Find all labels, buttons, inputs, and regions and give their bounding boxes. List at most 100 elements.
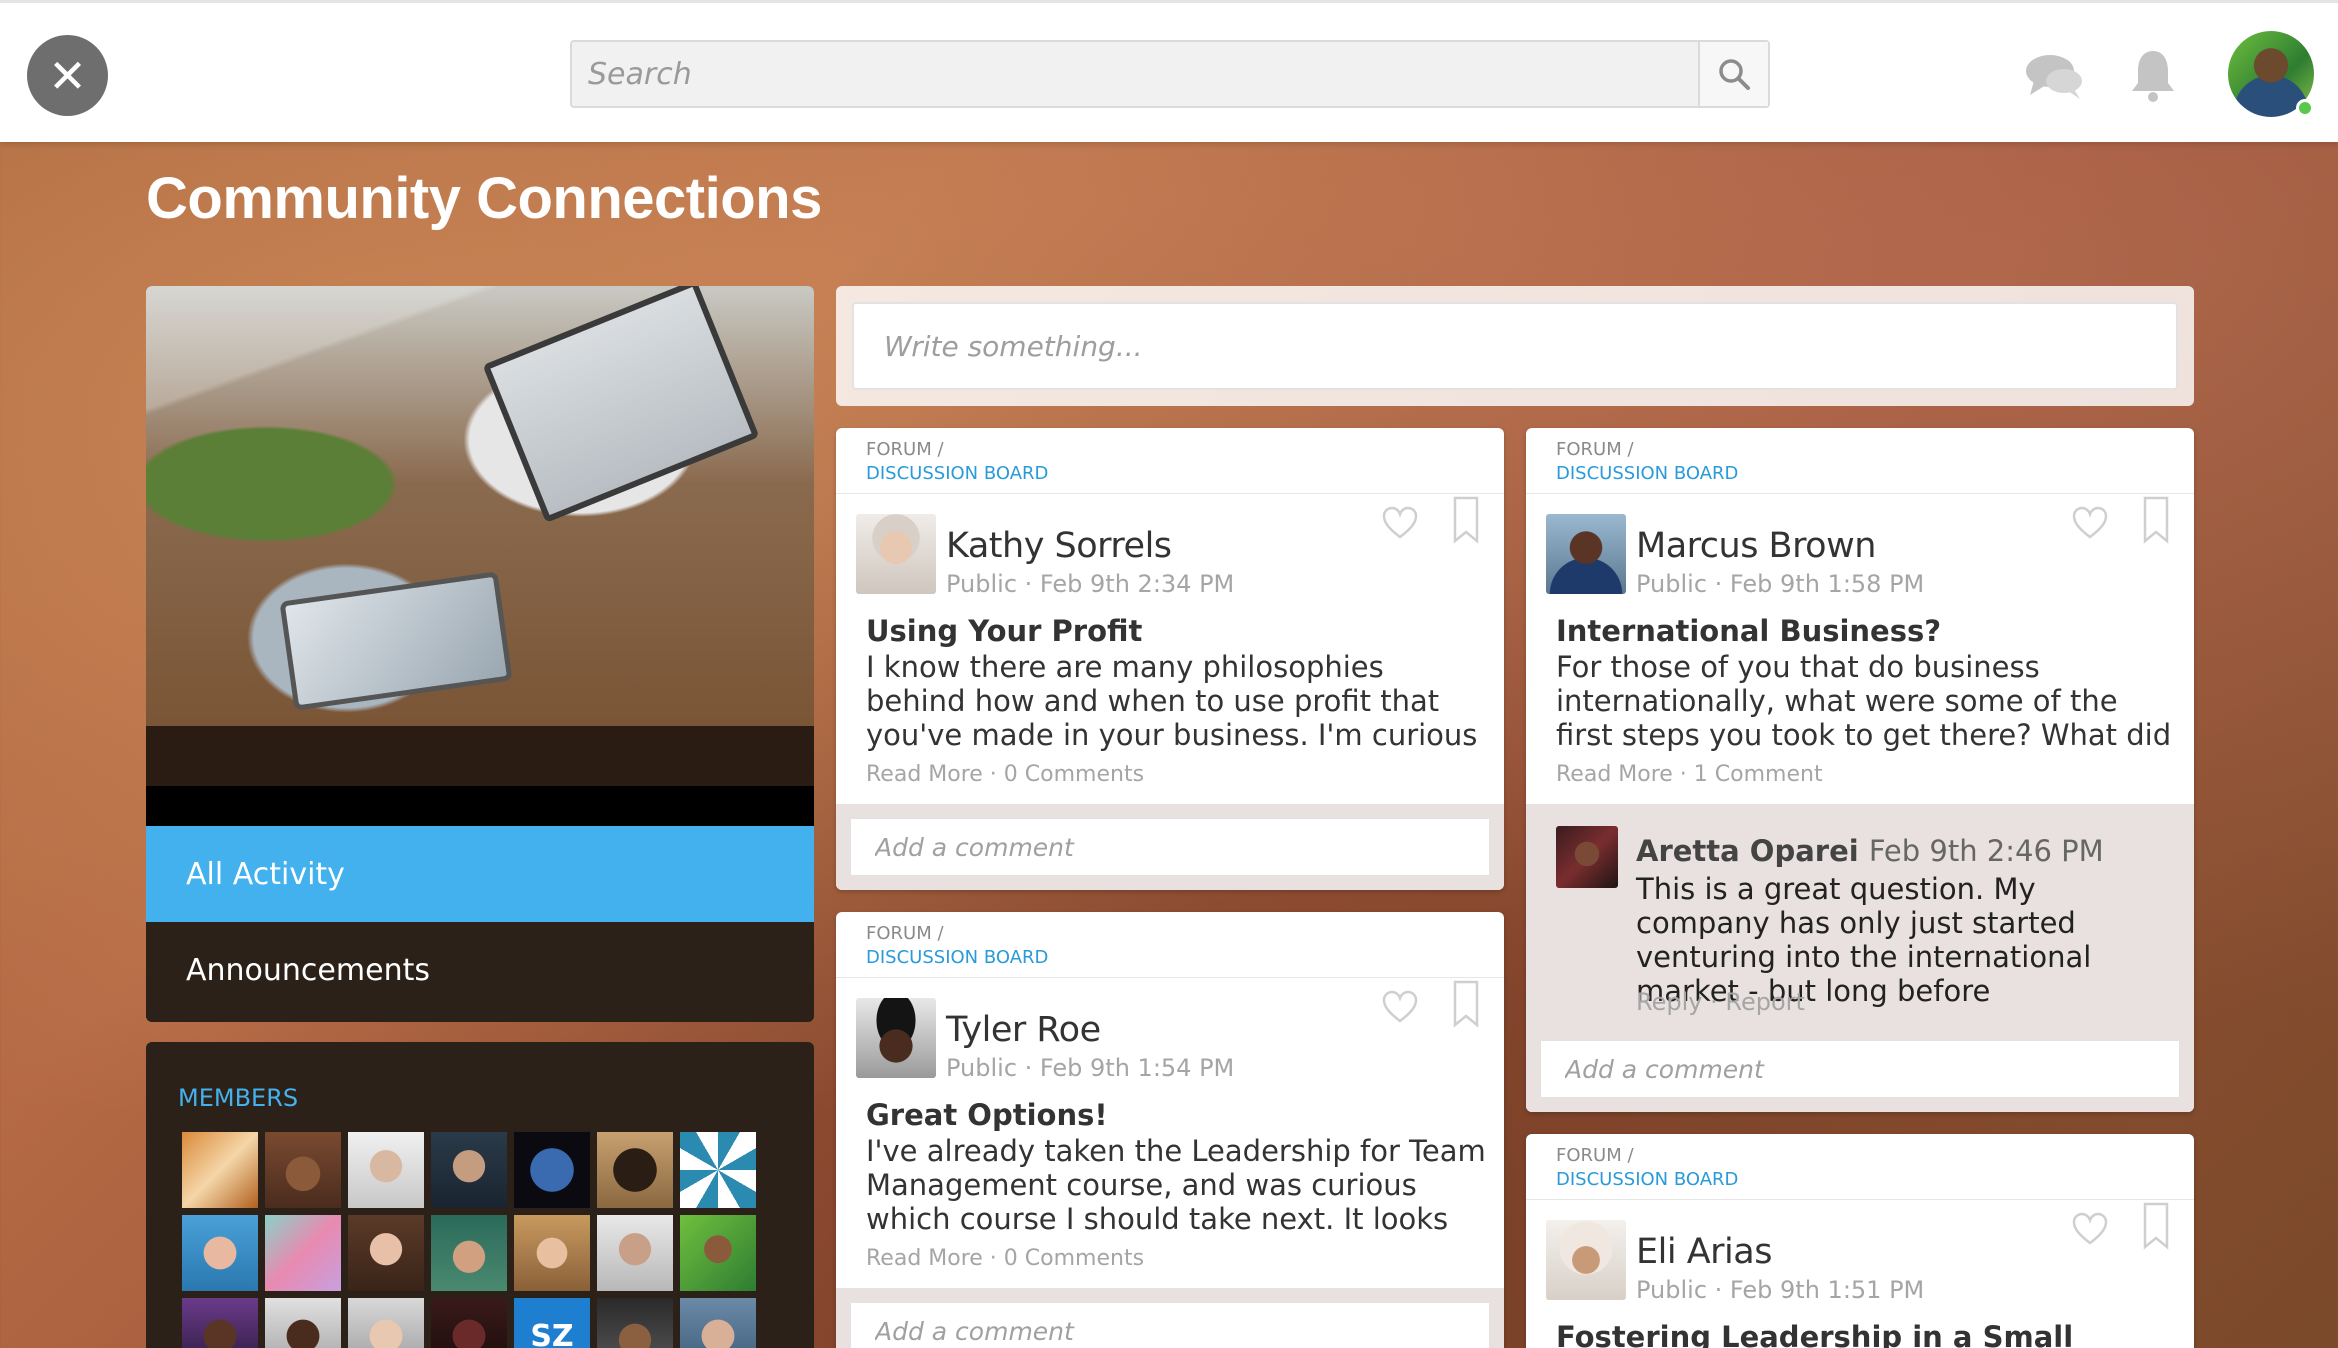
member-avatar[interactable]	[431, 1132, 507, 1208]
members-title: MEMBERS	[178, 1084, 299, 1112]
nav-announcements-label: Announcements	[186, 952, 430, 988]
close-button[interactable]: ✕	[27, 35, 108, 116]
cover-divider	[146, 786, 814, 826]
post-card: FORUM / DISCUSSION BOARD Kathy Sorrels P…	[836, 428, 1504, 890]
author-avatar[interactable]	[1546, 514, 1626, 594]
comment-time: Feb 9th 2:46 PM	[1868, 834, 2104, 868]
member-avatar[interactable]	[182, 1298, 258, 1348]
bell-icon[interactable]	[2128, 47, 2178, 103]
bookmark-icon[interactable]	[2142, 496, 2170, 544]
member-avatar[interactable]	[514, 1132, 590, 1208]
forum-label: FORUM /	[866, 439, 944, 460]
search-icon	[1719, 59, 1750, 90]
comment-area	[836, 1288, 1504, 1348]
author-name[interactable]: Eli Arias	[1636, 1232, 1772, 1272]
member-avatar[interactable]	[597, 1132, 673, 1208]
member-avatar[interactable]	[265, 1132, 341, 1208]
group-cover-image	[146, 286, 814, 726]
write-something-input[interactable]	[852, 302, 2178, 390]
bookmark-icon[interactable]	[1452, 980, 1480, 1028]
author-avatar[interactable]	[1546, 1220, 1626, 1300]
post-meta: Public · Feb 9th 1:51 PM	[1636, 1276, 1925, 1304]
post-actions[interactable]: Read More · 1 Comment	[1556, 762, 1823, 787]
nav-announcements[interactable]: Announcements	[146, 922, 814, 1018]
heart-icon[interactable]	[2072, 506, 2108, 540]
post-body: I know there are many philosophies behin…	[866, 650, 1478, 752]
member-avatar[interactable]	[680, 1132, 756, 1208]
post-card: FORUM / DISCUSSION BOARD Tyler Roe Publi…	[836, 912, 1504, 1348]
post-meta: Public · Feb 9th 2:34 PM	[946, 570, 1235, 598]
forum-label: FORUM /	[1556, 1145, 1634, 1166]
forum-label: FORUM /	[866, 923, 944, 944]
board-link[interactable]: DISCUSSION BOARD	[1556, 1168, 2194, 1192]
post-breadcrumb: FORUM / DISCUSSION BOARD	[1526, 1134, 2194, 1200]
post-title[interactable]: Fostering Leadership in a Small Business	[1556, 1320, 2194, 1348]
heart-icon[interactable]	[1382, 506, 1418, 540]
member-avatar[interactable]	[348, 1215, 424, 1291]
author-name[interactable]: Tyler Roe	[946, 1010, 1101, 1050]
bookmark-icon[interactable]	[1452, 496, 1480, 544]
bookmark-icon[interactable]	[2142, 1202, 2170, 1250]
top-bar: ✕	[0, 0, 2338, 142]
post-body: For those of you that do business intern…	[1556, 650, 2172, 752]
heart-icon[interactable]	[1382, 990, 1418, 1024]
author-avatar[interactable]	[856, 514, 936, 594]
comment-area	[836, 804, 1504, 890]
post-breadcrumb: FORUM / DISCUSSION BOARD	[1526, 428, 2194, 494]
comment-area: Aretta Oparei Feb 9th 2:46 PM This is a …	[1526, 804, 2194, 1112]
add-comment-input[interactable]	[1540, 1040, 2180, 1098]
tablet-illustration	[279, 571, 513, 711]
search-box	[570, 40, 1770, 108]
author-avatar[interactable]	[856, 998, 936, 1078]
nav-all-activity[interactable]: All Activity	[146, 826, 814, 922]
comment-actions[interactable]: Reply · Report	[1636, 988, 1805, 1016]
member-avatar[interactable]	[265, 1298, 341, 1348]
online-status-icon	[2296, 99, 2314, 117]
member-avatar[interactable]	[348, 1298, 424, 1348]
post-title[interactable]: Using Your Profit	[866, 614, 1142, 648]
member-avatar[interactable]	[680, 1298, 756, 1348]
search-button[interactable]	[1698, 42, 1768, 106]
post-breadcrumb: FORUM / DISCUSSION BOARD	[836, 912, 1504, 978]
member-initials: SZ	[530, 1318, 574, 1348]
member-avatar[interactable]	[597, 1298, 673, 1348]
post-title[interactable]: International Business?	[1556, 614, 1941, 648]
post-card: FORUM / DISCUSSION BOARD Eli Arias Publi…	[1526, 1134, 2194, 1348]
post-breadcrumb: FORUM / DISCUSSION BOARD	[836, 428, 1504, 494]
forum-label: FORUM /	[1556, 439, 1634, 460]
member-avatar[interactable]	[431, 1298, 507, 1348]
members-panel: MEMBERS SZ	[146, 1042, 814, 1348]
board-link[interactable]: DISCUSSION BOARD	[1556, 462, 2194, 486]
post-actions[interactable]: Read More · 0 Comments	[866, 1246, 1144, 1271]
member-avatar[interactable]	[597, 1215, 673, 1291]
commenter-name-text: Aretta Oparei	[1636, 834, 1859, 868]
close-icon: ✕	[48, 48, 87, 103]
board-link[interactable]: DISCUSSION BOARD	[866, 946, 1504, 970]
chat-icon[interactable]	[2024, 51, 2084, 101]
search-input[interactable]	[572, 42, 1700, 106]
commenter-avatar[interactable]	[1556, 826, 1618, 888]
commenter-name[interactable]: Aretta Oparei Feb 9th 2:46 PM	[1636, 834, 2104, 868]
author-name[interactable]: Marcus Brown	[1636, 526, 1876, 566]
member-avatar[interactable]	[182, 1132, 258, 1208]
member-avatar[interactable]	[431, 1215, 507, 1291]
heart-icon[interactable]	[2072, 1212, 2108, 1246]
laptop-illustration	[482, 286, 760, 523]
post-actions[interactable]: Read More · 0 Comments	[866, 762, 1144, 787]
post-title[interactable]: Great Options!	[866, 1098, 1108, 1132]
author-name[interactable]: Kathy Sorrels	[946, 526, 1172, 566]
member-avatar[interactable]	[680, 1215, 756, 1291]
group-sidebar: All Activity Announcements	[146, 286, 814, 1022]
member-avatar[interactable]	[265, 1215, 341, 1291]
post-meta: Public · Feb 9th 1:54 PM	[946, 1054, 1235, 1082]
member-avatar[interactable]	[514, 1215, 590, 1291]
add-comment-input[interactable]	[850, 818, 1490, 876]
board-link[interactable]: DISCUSSION BOARD	[866, 462, 1504, 486]
add-comment-input[interactable]	[850, 1302, 1490, 1348]
post-meta: Public · Feb 9th 1:58 PM	[1636, 570, 1925, 598]
member-avatar[interactable]	[348, 1132, 424, 1208]
member-avatar[interactable]	[182, 1215, 258, 1291]
post-body: I've already taken the Leadership for Te…	[866, 1134, 1486, 1236]
member-avatar-initials[interactable]: SZ	[514, 1298, 590, 1348]
post-card: FORUM / DISCUSSION BOARD Marcus Brown Pu…	[1526, 428, 2194, 1112]
